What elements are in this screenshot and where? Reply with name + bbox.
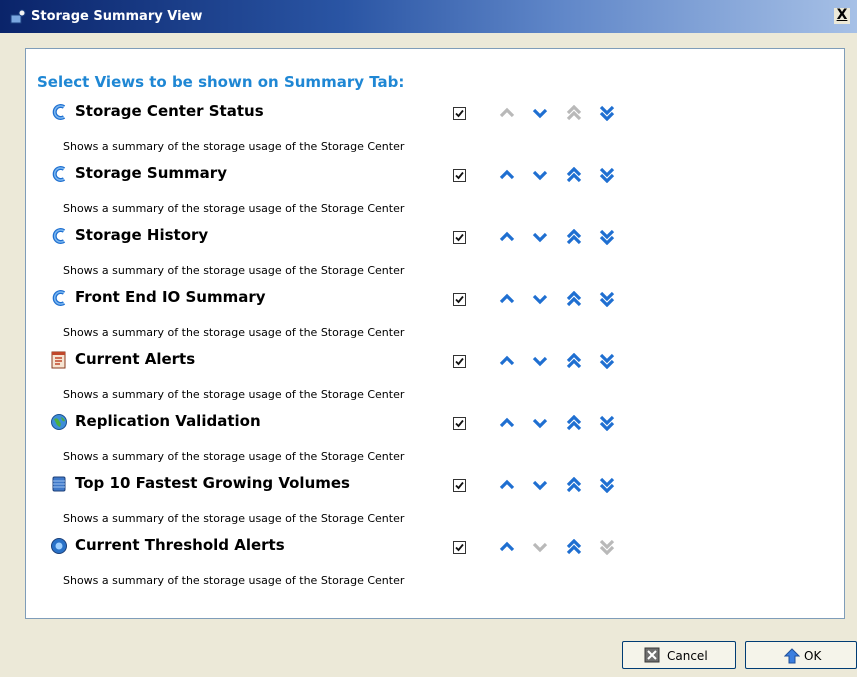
arrow-up-icon xyxy=(784,648,800,664)
view-row: Front End IO Summary Shows a summary of t… xyxy=(26,287,826,349)
move-up-icon[interactable] xyxy=(499,229,515,245)
move-to-bottom-icon[interactable] xyxy=(599,477,615,494)
move-to-top-icon[interactable] xyxy=(566,166,582,183)
move-up-icon[interactable] xyxy=(499,291,515,307)
move-to-bottom-icon[interactable] xyxy=(599,415,615,432)
storage-center-icon xyxy=(50,227,68,245)
move-up-icon[interactable] xyxy=(499,167,515,183)
views-panel: Select Views to be shown on Summary Tab:… xyxy=(25,48,845,619)
move-down-icon[interactable] xyxy=(532,105,548,121)
view-row: Current Threshold Alerts Shows a summary … xyxy=(26,535,826,597)
globe-icon xyxy=(50,413,68,431)
move-up-icon[interactable] xyxy=(499,415,515,431)
view-title: Front End IO Summary xyxy=(75,288,266,306)
move-down-icon[interactable] xyxy=(532,353,548,369)
storage-center-icon xyxy=(50,165,68,183)
view-title: Current Alerts xyxy=(75,350,196,368)
move-to-top-icon[interactable] xyxy=(566,538,582,555)
view-row: Current Alerts Shows a summary of the sto… xyxy=(26,349,826,411)
threshold-icon xyxy=(50,537,68,555)
move-to-bottom-icon[interactable] xyxy=(599,353,615,370)
move-down-icon[interactable] xyxy=(532,477,548,493)
view-row: Storage Center Status Shows a summary of … xyxy=(26,101,826,163)
move-to-bottom-icon[interactable] xyxy=(599,539,615,556)
view-title: Top 10 Fastest Growing Volumes xyxy=(75,474,350,492)
view-title: Storage Center Status xyxy=(75,102,264,120)
alerts-icon xyxy=(50,351,68,369)
move-down-icon[interactable] xyxy=(532,415,548,431)
storage-center-icon xyxy=(50,103,68,121)
ok-label: OK xyxy=(804,649,822,663)
view-description: Shows a summary of the storage usage of … xyxy=(63,326,405,339)
storage-center-icon xyxy=(50,289,68,307)
move-to-top-icon[interactable] xyxy=(566,476,582,493)
view-description: Shows a summary of the storage usage of … xyxy=(63,264,405,277)
view-description: Shows a summary of the storage usage of … xyxy=(63,512,405,525)
view-title: Storage History xyxy=(75,226,209,244)
view-description: Shows a summary of the storage usage of … xyxy=(63,388,405,401)
move-to-top-icon[interactable] xyxy=(566,290,582,307)
move-down-icon[interactable] xyxy=(532,539,548,555)
show-view-checkbox[interactable] xyxy=(453,293,466,306)
show-view-checkbox[interactable] xyxy=(453,417,466,430)
view-title: Storage Summary xyxy=(75,164,227,182)
view-title: Current Threshold Alerts xyxy=(75,536,285,554)
move-up-icon[interactable] xyxy=(499,353,515,369)
show-view-checkbox[interactable] xyxy=(453,107,466,120)
title-bar: Storage Summary View X xyxy=(0,0,857,33)
move-up-icon[interactable] xyxy=(499,477,515,493)
view-row: Top 10 Fastest Growing Volumes Shows a su… xyxy=(26,473,826,535)
view-description: Shows a summary of the storage usage of … xyxy=(63,202,405,215)
app-icon xyxy=(10,9,26,24)
move-to-bottom-icon[interactable] xyxy=(599,291,615,308)
show-view-checkbox[interactable] xyxy=(453,541,466,554)
view-title: Replication Validation xyxy=(75,412,261,430)
view-description: Shows a summary of the storage usage of … xyxy=(63,140,405,153)
cancel-label: Cancel xyxy=(667,649,708,663)
panel-heading: Select Views to be shown on Summary Tab: xyxy=(37,73,405,91)
view-row: Replication Validation Shows a summary of… xyxy=(26,411,826,473)
show-view-checkbox[interactable] xyxy=(453,169,466,182)
close-button[interactable]: X xyxy=(834,8,850,24)
window-title: Storage Summary View xyxy=(31,9,203,24)
move-up-icon[interactable] xyxy=(499,105,515,121)
ok-button[interactable]: OK xyxy=(745,641,857,669)
cancel-button[interactable]: Cancel xyxy=(622,641,736,669)
show-view-checkbox[interactable] xyxy=(453,479,466,492)
move-down-icon[interactable] xyxy=(532,229,548,245)
move-up-icon[interactable] xyxy=(499,539,515,555)
volume-icon xyxy=(50,475,68,493)
move-to-top-icon[interactable] xyxy=(566,414,582,431)
view-row: Storage Summary Shows a summary of the st… xyxy=(26,163,826,225)
move-to-top-icon[interactable] xyxy=(566,228,582,245)
view-description: Shows a summary of the storage usage of … xyxy=(63,450,405,463)
view-description: Shows a summary of the storage usage of … xyxy=(63,574,405,587)
show-view-checkbox[interactable] xyxy=(453,231,466,244)
show-view-checkbox[interactable] xyxy=(453,355,466,368)
move-to-bottom-icon[interactable] xyxy=(599,229,615,246)
cancel-icon xyxy=(644,647,660,663)
move-down-icon[interactable] xyxy=(532,167,548,183)
move-to-bottom-icon[interactable] xyxy=(599,105,615,122)
move-down-icon[interactable] xyxy=(532,291,548,307)
view-row: Storage History Shows a summary of the st… xyxy=(26,225,826,287)
move-to-bottom-icon[interactable] xyxy=(599,167,615,184)
move-to-top-icon[interactable] xyxy=(566,104,582,121)
move-to-top-icon[interactable] xyxy=(566,352,582,369)
